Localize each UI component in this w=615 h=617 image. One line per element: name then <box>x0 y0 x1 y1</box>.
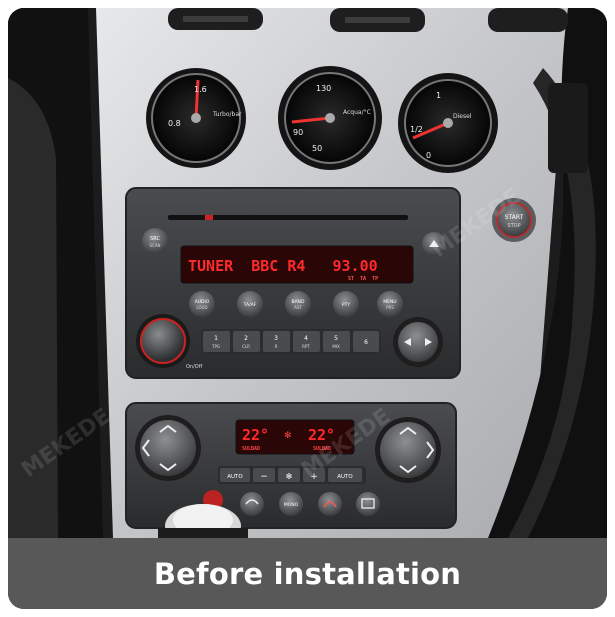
pty-button-label: PTY <box>342 302 350 308</box>
auto-right-label: AUTO <box>337 474 353 480</box>
car-dashboard-photo: Turbo/bar 0.8 1.6 Acqua/°C 90 130 50 Die… <box>8 8 607 538</box>
fuel-gauge-label: Diesel <box>453 113 472 120</box>
caption-text: Before installation <box>153 556 462 591</box>
fuel-gauge: Diesel 1/2 1 0 <box>398 73 498 173</box>
auto-left-label: AUTO <box>227 474 243 480</box>
temp-tick-low: 50 <box>312 144 322 153</box>
radio-lcd-subtext: ST TA TP <box>348 276 378 282</box>
fuel-tick-half: 1/2 <box>410 125 423 134</box>
temperature-gauge: Acqua/°C 90 130 50 <box>278 66 382 170</box>
ta-af-button-label: TA/AF <box>243 302 257 308</box>
product-image-frame: Turbo/bar 0.8 1.6 Acqua/°C 90 130 50 Die… <box>8 8 607 609</box>
preset-4-sub: RPT <box>302 344 310 349</box>
fan-minus-label: − <box>260 472 268 482</box>
temp-gauge-label: Acqua/°C <box>343 109 371 116</box>
menu-button-sub: PRS <box>386 305 394 310</box>
turbo-tick-high: 1.6 <box>194 85 207 94</box>
temp-tick-high: 130 <box>316 84 331 93</box>
src-button-sub: SCAN <box>149 243 160 248</box>
stop-label: STOP <box>507 223 520 229</box>
turbo-tick-low: 0.8 <box>168 119 181 128</box>
src-button-label: SRC <box>150 236 160 242</box>
turbo-gauge: Turbo/bar 0.8 1.6 <box>146 68 246 168</box>
radio-lcd-text: TUNER BBC R4 93.00 <box>188 257 378 275</box>
preset-6-label: 6 <box>364 339 368 346</box>
preset-5-label: 5 <box>334 335 338 342</box>
preset-4-label: 4 <box>304 335 308 342</box>
seek-rocker <box>393 317 443 367</box>
radio-head-unit: SRC SCAN TUNER BBC R4 93.00 ST TA TP AUD… <box>125 187 461 379</box>
preset-1-sub: TPG <box>211 344 220 349</box>
on-off-label: On/Off <box>186 364 203 370</box>
fan-icon: ✻ <box>284 431 292 441</box>
left-temp-readout: 22° <box>242 426 269 444</box>
caption-bar: Before installation <box>8 538 607 609</box>
band-button-sub: AST <box>294 305 302 310</box>
fuel-tick-full: 1 <box>436 91 441 100</box>
mono-button-label: MONO <box>284 502 299 508</box>
preset-2-sub: CLR <box>242 344 250 349</box>
climate-control-unit: 22° ✻ 22° SULBAD SULBAD AUTO − ✻ + AUTO … <box>125 402 457 529</box>
turbo-gauge-label: Turbo/bar <box>212 111 242 118</box>
preset-1-label: 1 <box>214 335 218 342</box>
temp-tick-mid: 90 <box>293 128 303 137</box>
left-temp-sub: SULBAD <box>242 446 260 452</box>
audio-button-sub: LOUD <box>196 305 207 310</box>
fan-speed-icon: ✻ <box>286 472 293 481</box>
preset-2-label: 2 <box>244 335 248 342</box>
preset-5-sub: MIX <box>332 344 340 349</box>
preset-3-label: 3 <box>274 335 278 342</box>
fuel-tick-empty: 0 <box>426 151 431 160</box>
preset-buttons: 1 TPG 2 CLR 3 R 4 RPT 5 MIX 6 <box>201 329 381 354</box>
preset-3-sub: R <box>275 344 278 349</box>
